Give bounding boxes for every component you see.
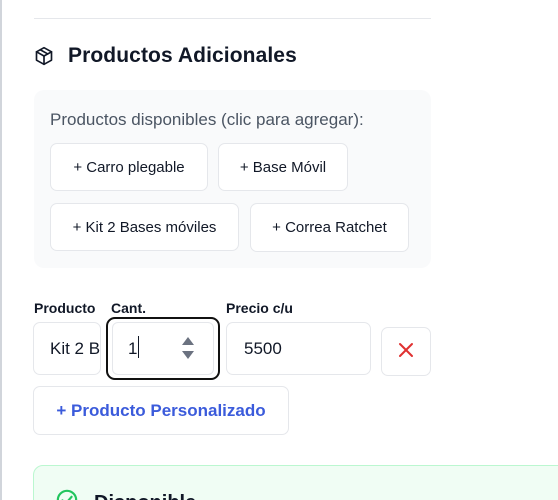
check-circle-icon xyxy=(56,489,78,500)
price-column-label: Precio c/u xyxy=(226,300,293,316)
quantity-stepper-icon[interactable] xyxy=(181,336,195,360)
section-header: Productos Adicionales xyxy=(34,44,297,68)
text-caret xyxy=(138,336,139,358)
product-name-value: Kit 2 Bases móviles xyxy=(50,338,101,358)
add-correa-ratchet-button[interactable]: + Correa Ratchet xyxy=(250,203,409,252)
product-name-field[interactable]: Kit 2 Bases móviles xyxy=(33,322,101,375)
package-icon xyxy=(34,46,54,66)
product-column-label: Producto xyxy=(34,300,96,316)
section-divider xyxy=(34,18,431,19)
add-custom-product-button[interactable]: + Producto Personalizado xyxy=(33,386,289,435)
unit-price-value: 5500 xyxy=(244,338,282,358)
remove-item-button[interactable] xyxy=(381,327,431,376)
qty-column-label: Cant. xyxy=(111,300,146,316)
section-title: Productos Adicionales xyxy=(68,44,297,67)
available-products-hint: Productos disponibles (clic para agregar… xyxy=(50,110,364,129)
add-base-movil-button[interactable]: + Base Móvil xyxy=(218,143,348,191)
close-icon xyxy=(398,342,414,361)
unit-price-field[interactable]: 5500 xyxy=(226,322,371,375)
availability-title: Disponible xyxy=(94,492,196,500)
left-border xyxy=(0,0,2,500)
add-kit-2-bases-button[interactable]: + Kit 2 Bases móviles xyxy=(50,203,239,251)
quantity-value: 1 xyxy=(128,339,138,358)
add-carro-plegable-button[interactable]: + Carro plegable xyxy=(50,143,208,191)
